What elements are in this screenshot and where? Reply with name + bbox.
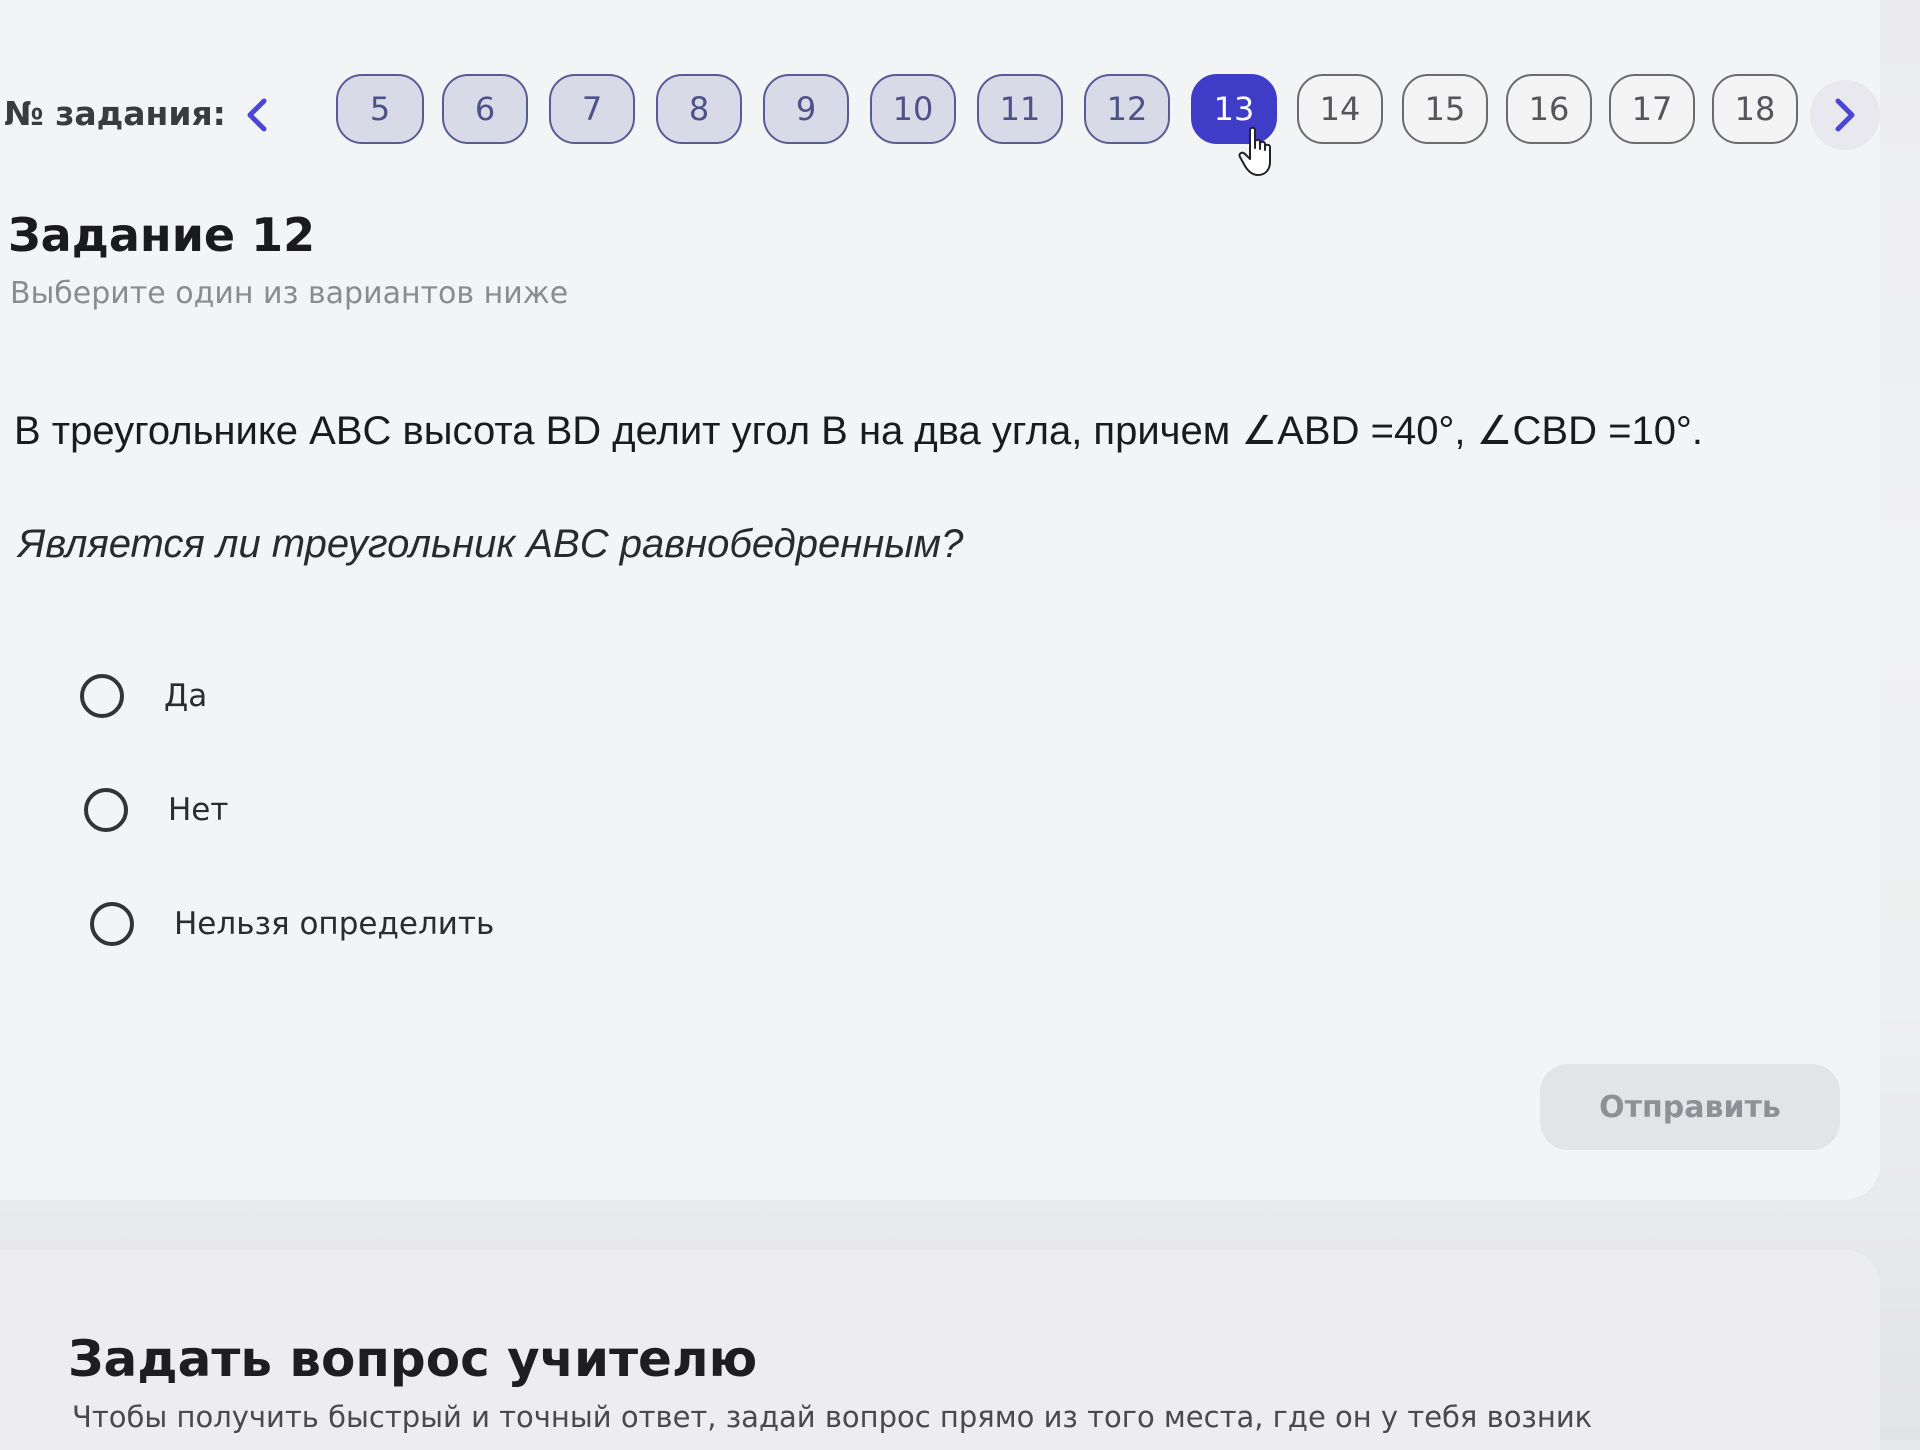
- task-button-12[interactable]: 12: [1084, 74, 1170, 144]
- task-button-8[interactable]: 8: [656, 74, 742, 144]
- question-text: В треугольнике ABC высота BD делит угол …: [14, 409, 1704, 453]
- option-label: Да: [164, 678, 208, 714]
- page: № задания: 5 6 7 8 9 10 11 12 13 14 15 1…: [0, 0, 1920, 1450]
- ask-teacher-title: Задать вопрос учителю: [68, 1330, 758, 1388]
- ask-teacher-description: Чтобы получить быстрый и точный ответ, з…: [72, 1400, 1593, 1434]
- radio-button-icon[interactable]: [80, 674, 124, 718]
- radio-button-icon[interactable]: [90, 902, 134, 946]
- task-nav-label: № задания:: [4, 94, 226, 133]
- task-button-15[interactable]: 15: [1402, 74, 1488, 144]
- task-navigation: № задания: 5 6 7 8 9 10 11 12 13 14 15 1…: [0, 70, 1880, 160]
- option-yes[interactable]: Да: [80, 668, 207, 724]
- option-label: Нет: [168, 792, 229, 828]
- task-button-18[interactable]: 18: [1712, 74, 1798, 144]
- prev-tasks-button[interactable]: [222, 80, 292, 150]
- task-card: № задания: 5 6 7 8 9 10 11 12 13 14 15 1…: [0, 0, 1880, 1200]
- task-title: Задание 12: [8, 208, 316, 262]
- chevron-right-icon: [1835, 98, 1855, 132]
- next-tasks-button[interactable]: [1810, 80, 1880, 150]
- option-cannot-determine[interactable]: Нельзя определить: [90, 896, 494, 952]
- chevron-left-icon: [247, 98, 267, 132]
- task-subtitle: Выберите один из вариантов ниже: [10, 276, 569, 311]
- option-label: Нельзя определить: [174, 906, 495, 942]
- question-prompt: Является ли треугольник ABC равнобедренн…: [18, 522, 964, 566]
- radio-button-icon[interactable]: [84, 788, 128, 832]
- hand-cursor-icon: [1238, 126, 1271, 176]
- task-button-10[interactable]: 10: [870, 74, 956, 144]
- task-button-11[interactable]: 11: [977, 74, 1063, 144]
- task-button-16[interactable]: 16: [1506, 74, 1592, 144]
- task-button-5[interactable]: 5: [336, 74, 424, 144]
- task-button-9[interactable]: 9: [763, 74, 849, 144]
- task-button-6[interactable]: 6: [442, 74, 528, 144]
- submit-button[interactable]: Отправить: [1540, 1064, 1840, 1150]
- task-button-14[interactable]: 14: [1297, 74, 1383, 144]
- task-button-7[interactable]: 7: [549, 74, 635, 144]
- task-button-17[interactable]: 17: [1609, 74, 1695, 144]
- option-no[interactable]: Нет: [84, 782, 228, 838]
